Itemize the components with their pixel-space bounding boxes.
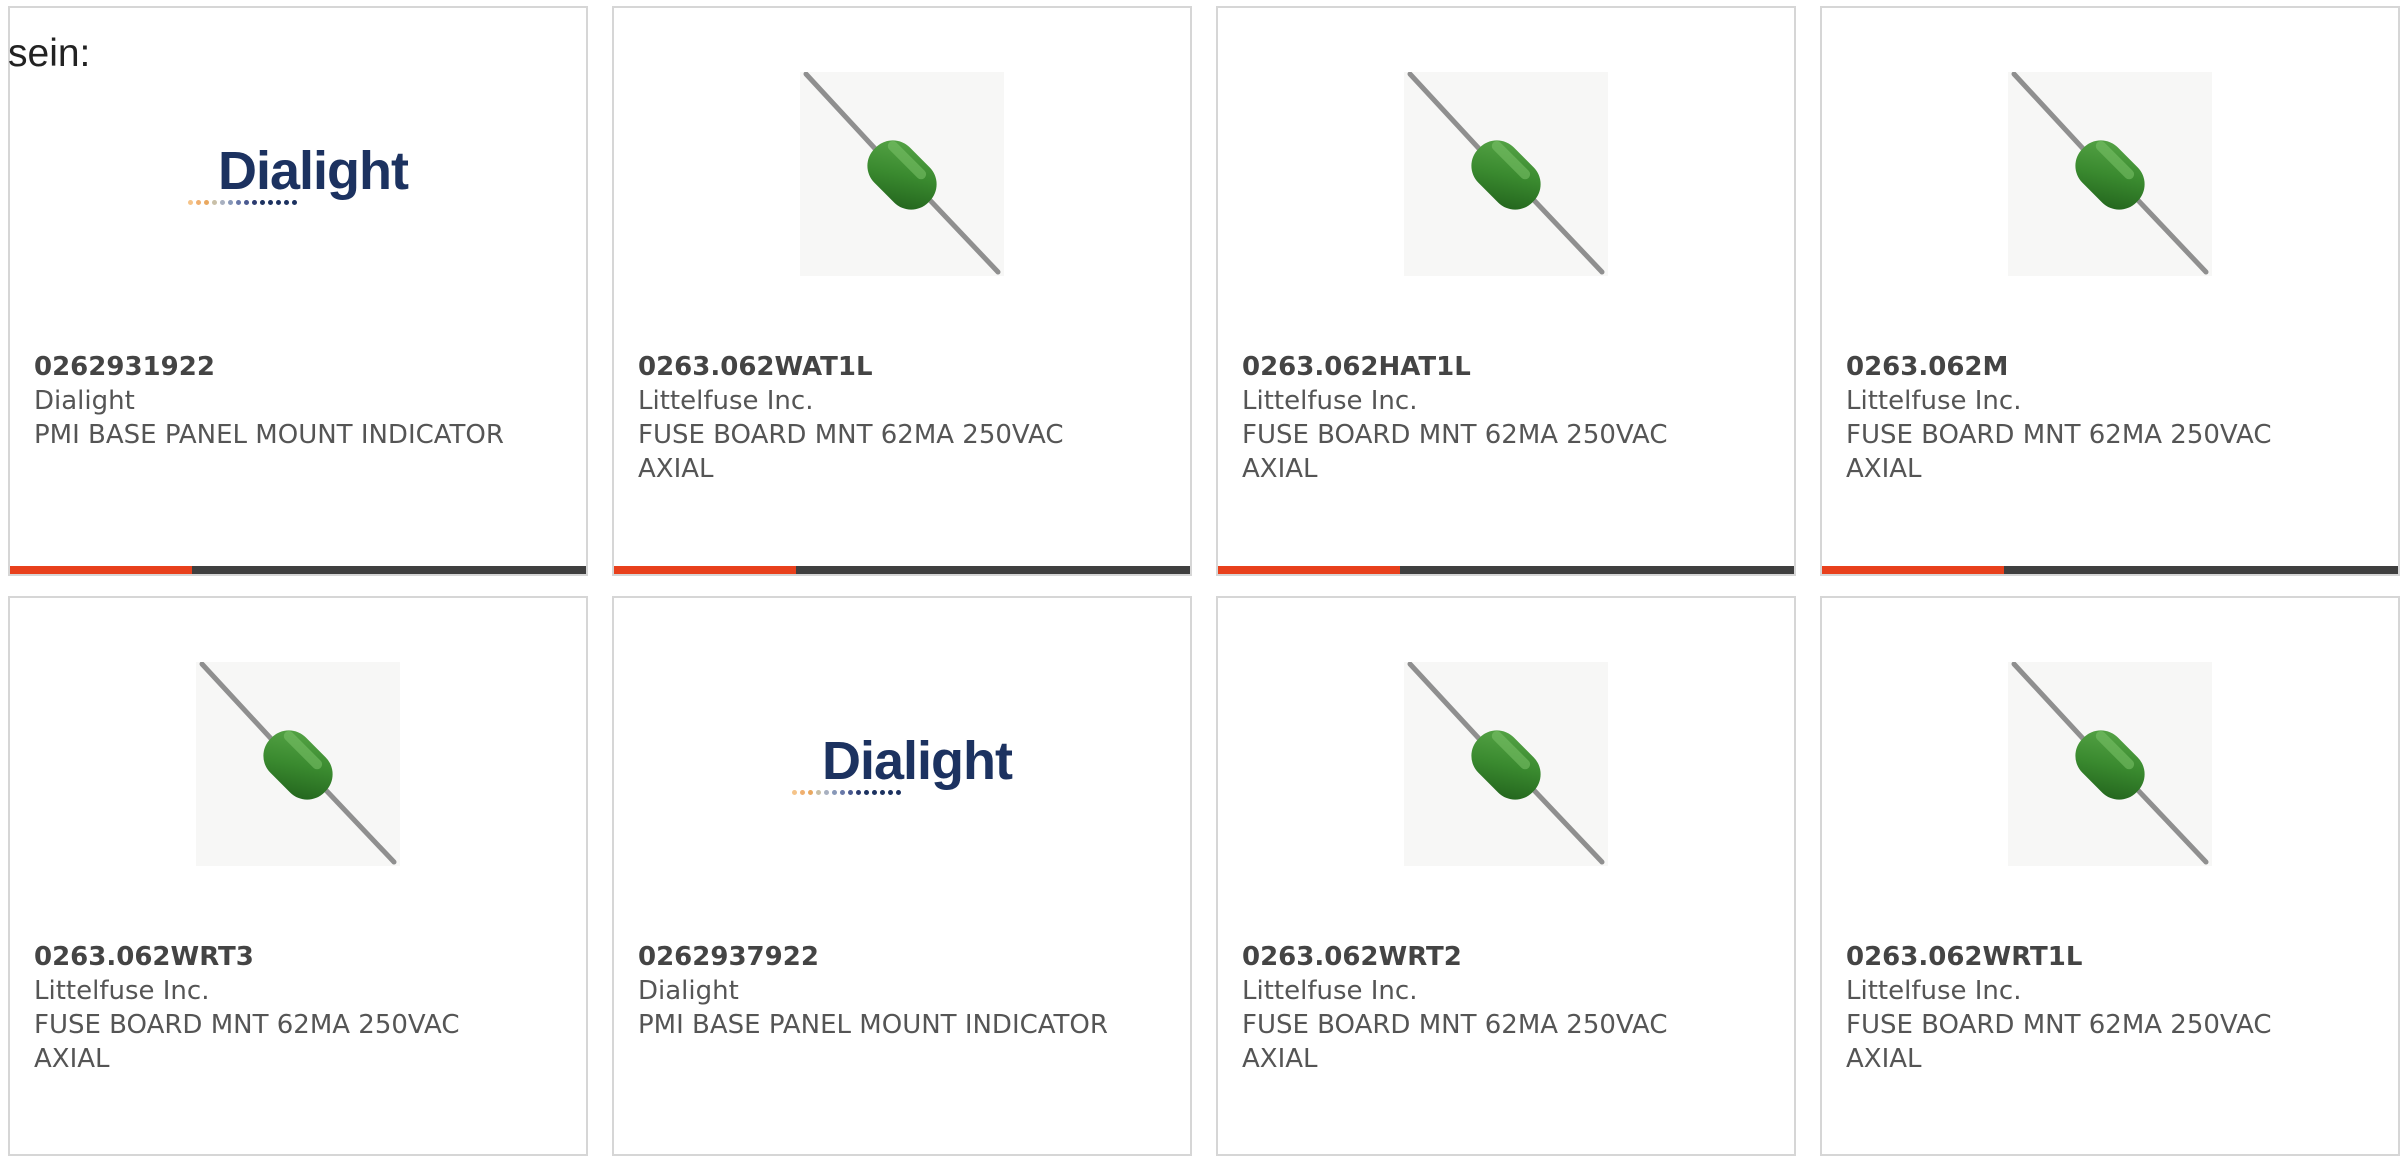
logo-dot <box>292 199 297 205</box>
product-card[interactable]: 0263.062WRT3 Littelfuse Inc. FUSE BOARD … <box>8 596 588 1156</box>
manufacturer: Littelfuse Inc. <box>1846 976 2022 1006</box>
logo-dots <box>792 789 901 795</box>
description: FUSE BOARD MNT 62MA 250VAC AXIAL <box>638 420 1064 484</box>
part-number[interactable]: 0262931922 <box>34 350 534 384</box>
description: FUSE BOARD MNT 62MA 250VAC AXIAL <box>1242 1010 1668 1074</box>
product-card[interactable]: Dialight 0262931922 Dialight PMI BASE PA… <box>8 6 588 576</box>
product-image <box>614 72 1190 276</box>
logo-dot <box>896 789 901 795</box>
logo-dot <box>880 789 885 795</box>
logo-dot <box>800 789 805 795</box>
logo-dot <box>276 199 281 205</box>
logo-wordmark: Dialight <box>218 140 409 201</box>
logo-dot <box>196 199 201 205</box>
part-number[interactable]: 0263.062HAT1L <box>1242 350 1742 384</box>
card-footer-bar <box>1218 566 1794 574</box>
part-number[interactable]: 0263.062WRT2 <box>1242 940 1742 974</box>
manufacturer: Dialight <box>638 976 739 1006</box>
manufacturer: Littelfuse Inc. <box>1242 386 1418 416</box>
part-number[interactable]: 0263.062M <box>1846 350 2346 384</box>
description: PMI BASE PANEL MOUNT INDICATOR <box>34 420 504 450</box>
part-number[interactable]: 0263.062WAT1L <box>638 350 1138 384</box>
product-card[interactable]: 0263.062M Littelfuse Inc. FUSE BOARD MNT… <box>1820 6 2400 576</box>
logo-dot <box>840 789 845 795</box>
card-accent <box>1218 566 1400 574</box>
card-footer-bar <box>1822 566 2398 574</box>
part-number[interactable]: 0263.062WRT1L <box>1846 940 2346 974</box>
card-accent <box>614 566 796 574</box>
logo-dot <box>220 199 225 205</box>
product-card[interactable]: 0263.062WAT1L Littelfuse Inc. FUSE BOARD… <box>612 6 1192 576</box>
product-image <box>1822 662 2398 866</box>
logo-dot <box>260 199 265 205</box>
intro-text: sein: <box>8 32 91 75</box>
product-card[interactable]: 0263.062WRT1L Littelfuse Inc. FUSE BOARD… <box>1820 596 2400 1156</box>
logo-dot <box>204 199 209 205</box>
logo-dot <box>252 199 257 205</box>
product-image: Dialight <box>10 72 586 276</box>
description: FUSE BOARD MNT 62MA 250VAC AXIAL <box>1846 420 2272 484</box>
logo-dot <box>872 789 877 795</box>
logo-dot <box>808 789 813 795</box>
logo-dot <box>832 789 837 795</box>
card-accent <box>1822 566 2004 574</box>
logo-dot <box>188 199 193 205</box>
description: FUSE BOARD MNT 62MA 250VAC AXIAL <box>1846 1010 2272 1074</box>
logo-dot <box>236 199 241 205</box>
manufacturer: Dialight <box>34 386 135 416</box>
logo-dot <box>864 789 869 795</box>
product-card[interactable]: 0263.062HAT1L Littelfuse Inc. FUSE BOARD… <box>1216 6 1796 576</box>
axial-fuse-icon <box>2008 662 2212 866</box>
logo-dot <box>824 789 829 795</box>
axial-fuse-icon <box>1404 662 1608 866</box>
logo-dot <box>228 199 233 205</box>
logo-dot <box>284 199 289 205</box>
logo-dots <box>188 199 297 205</box>
logo-dot <box>848 789 853 795</box>
product-image <box>1822 72 2398 276</box>
description: PMI BASE PANEL MOUNT INDICATOR <box>638 1010 1108 1040</box>
product-image <box>10 662 586 866</box>
logo-dot <box>244 199 249 205</box>
manufacturer: Littelfuse Inc. <box>1242 976 1418 1006</box>
product-image: Dialight <box>614 662 1190 866</box>
card-footer-bar <box>10 566 586 574</box>
axial-fuse-icon <box>196 662 400 866</box>
product-image <box>1218 662 1794 866</box>
product-card[interactable]: 0263.062WRT2 Littelfuse Inc. FUSE BOARD … <box>1216 596 1796 1156</box>
logo-dot <box>792 789 797 795</box>
card-footer-bar <box>614 566 1190 574</box>
description: FUSE BOARD MNT 62MA 250VAC AXIAL <box>34 1010 460 1074</box>
dialight-logo: Dialight <box>188 140 409 205</box>
part-number[interactable]: 0262937922 <box>638 940 1138 974</box>
logo-wordmark: Dialight <box>822 730 1013 791</box>
logo-dot <box>856 789 861 795</box>
axial-fuse-icon <box>2008 72 2212 276</box>
description: FUSE BOARD MNT 62MA 250VAC AXIAL <box>1242 420 1668 484</box>
axial-fuse-icon <box>800 72 1004 276</box>
axial-fuse-icon <box>1404 72 1608 276</box>
manufacturer: Littelfuse Inc. <box>34 976 210 1006</box>
card-accent <box>10 566 192 574</box>
logo-dot <box>268 199 273 205</box>
logo-dot <box>212 199 217 205</box>
manufacturer: Littelfuse Inc. <box>638 386 814 416</box>
product-card[interactable]: Dialight 0262937922 Dialight PMI BASE PA… <box>612 596 1192 1156</box>
dialight-logo: Dialight <box>792 730 1013 795</box>
logo-dot <box>888 789 893 795</box>
part-number[interactable]: 0263.062WRT3 <box>34 940 534 974</box>
product-image <box>1218 72 1794 276</box>
manufacturer: Littelfuse Inc. <box>1846 386 2022 416</box>
logo-dot <box>816 789 821 795</box>
